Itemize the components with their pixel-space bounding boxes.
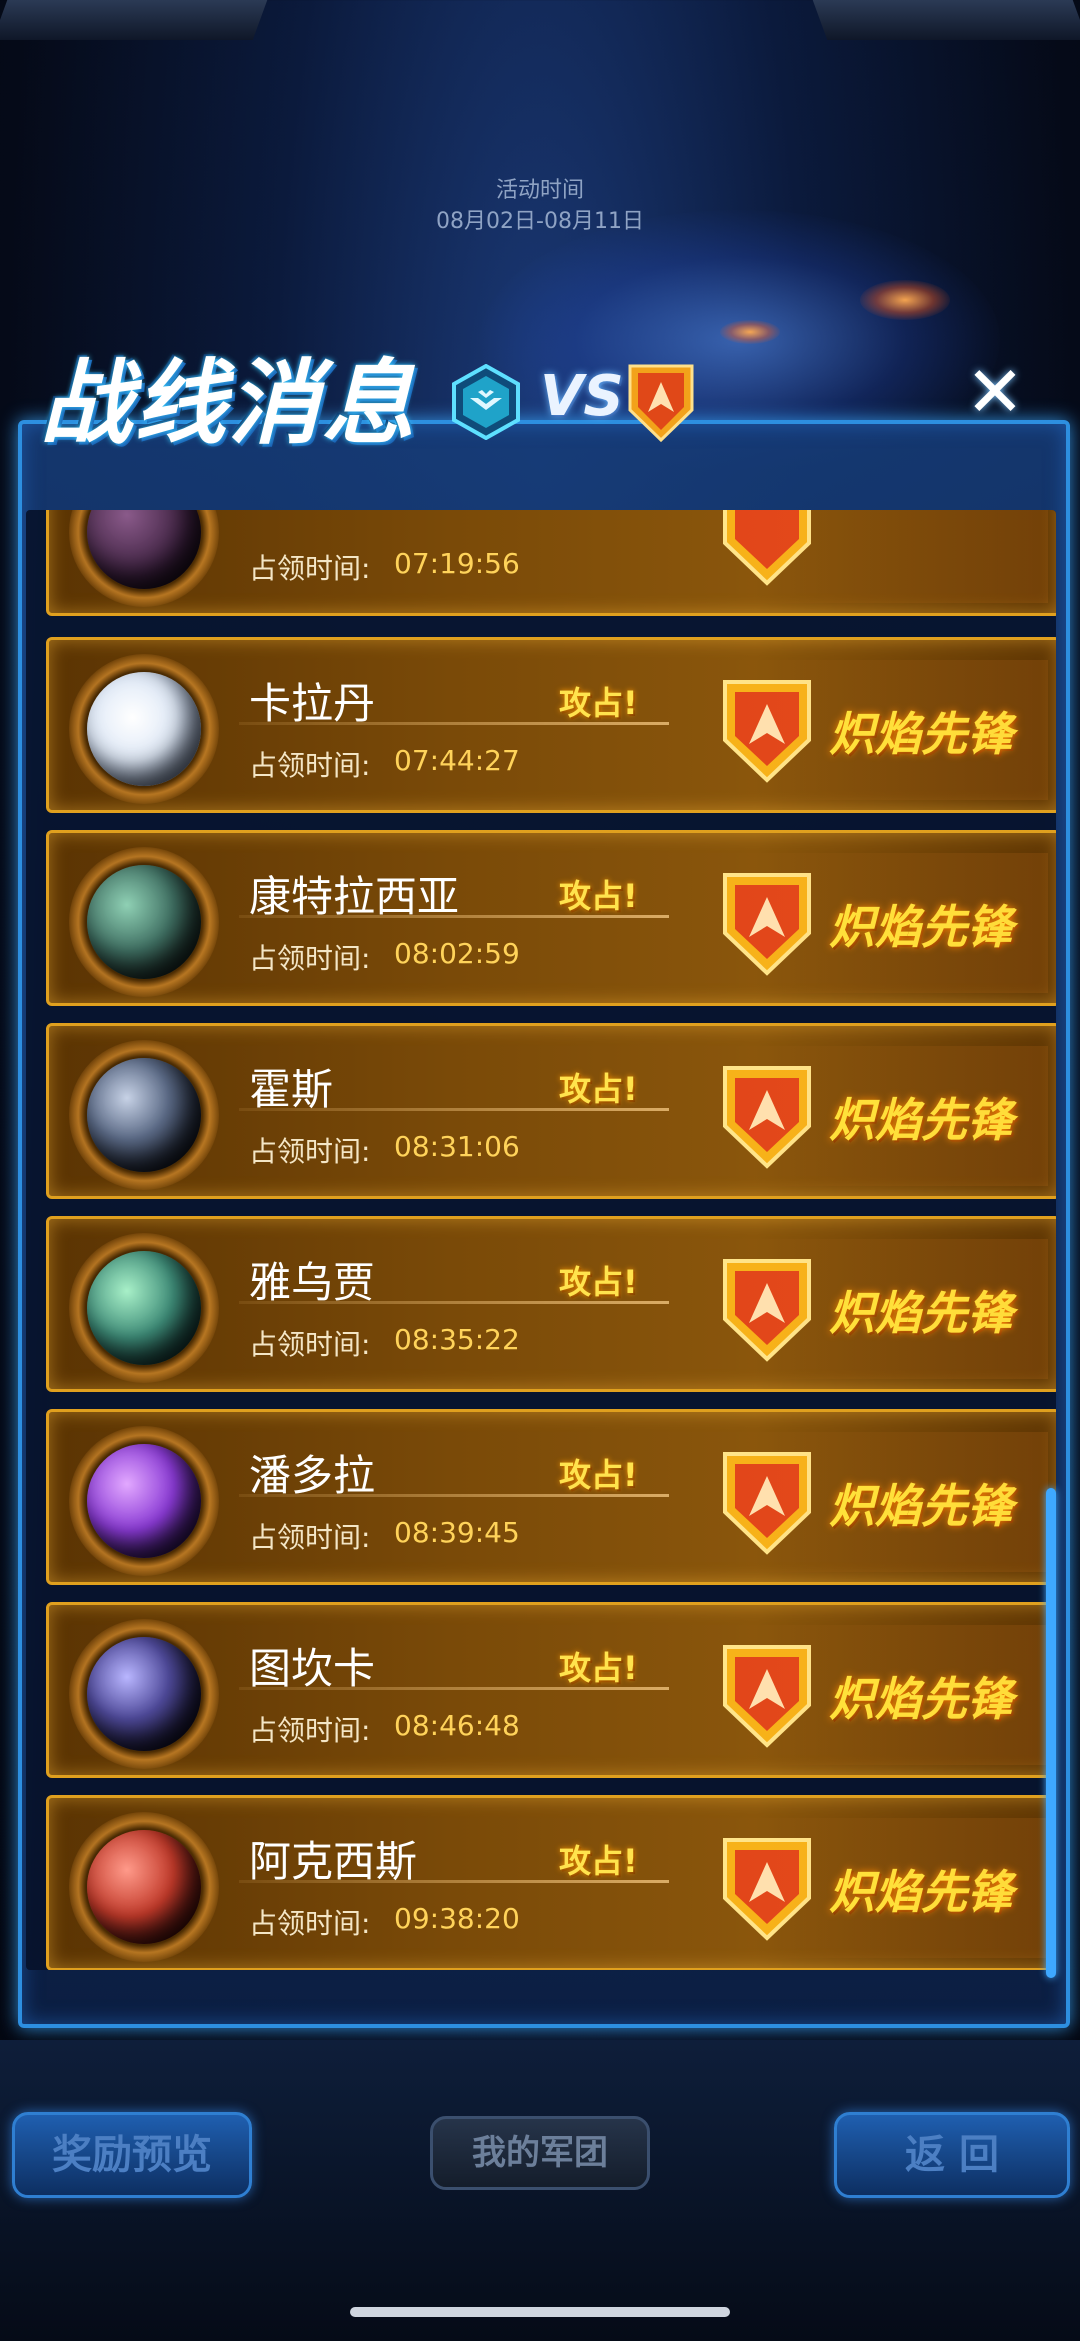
list-item[interactable]: 占领时间: 07:19:56 <box>46 510 1056 616</box>
attack-badge: 攻占! <box>559 1070 638 1108</box>
attack-badge: 攻占! <box>559 1456 638 1494</box>
planet-icon <box>87 1830 201 1944</box>
faction-shield-icon <box>723 1452 811 1555</box>
list-item[interactable]: 阿克西斯 攻占! 占领时间: 09:38:20 炽焰先锋 <box>46 1795 1056 1970</box>
occupy-time-value: 08:39:45 <box>394 1516 520 1549</box>
occupy-time-label: 占领时间: <box>249 1135 371 1168</box>
occupy-time-label: 占领时间: <box>249 1521 371 1554</box>
faction-shield-icon <box>723 1066 811 1169</box>
attack-badge: 攻占! <box>559 1842 638 1880</box>
occupy-time-label: 占领时间: <box>249 1714 371 1747</box>
faction-shield-icon <box>723 1259 811 1362</box>
planet-icon <box>87 1444 201 1558</box>
attack-badge: 攻占! <box>559 1263 638 1301</box>
home-indicator[interactable] <box>350 2307 730 2317</box>
list-item[interactable]: 图坎卡 攻占! 占领时间: 08:46:48 炽焰先锋 <box>46 1602 1056 1778</box>
reward-preview-button[interactable]: 奖励预览 <box>12 2112 252 2198</box>
attack-badge: 攻占! <box>559 1649 638 1687</box>
occupy-time-label: 占领时间: <box>249 1907 371 1940</box>
list-item[interactable]: 雅乌贾 攻占! 占领时间: 08:35:22 炽焰先锋 <box>46 1216 1056 1392</box>
list-item[interactable]: 潘多拉 攻占! 占领时间: 08:39:45 炽焰先锋 <box>46 1409 1056 1585</box>
faction-shield-icon <box>723 1645 811 1748</box>
back-button[interactable]: 返 回 <box>834 2112 1070 2198</box>
faction-name: 炽焰先锋 <box>829 707 1013 761</box>
faction-name: 炽焰先锋 <box>829 1672 1013 1726</box>
occupy-time-label: 占领时间: <box>249 552 371 585</box>
occupy-time-value: 07:19:56 <box>394 547 520 580</box>
planet-icon <box>87 1637 201 1751</box>
faction-name: 炽焰先锋 <box>829 1286 1013 1340</box>
occupy-time-value: 07:44:27 <box>394 744 520 777</box>
attack-badge: 攻占! <box>559 877 638 915</box>
occupy-time-label: 占领时间: <box>249 1328 371 1361</box>
occupy-time-value: 08:31:06 <box>394 1130 520 1163</box>
title-area: 战线消息 <box>40 340 416 457</box>
faction-name: 炽焰先锋 <box>829 1093 1013 1147</box>
faction-name: 炽焰先锋 <box>829 1865 1013 1919</box>
event-time-range: 08月02日-08月11日 <box>436 209 644 234</box>
faction-shield-icon <box>723 873 811 976</box>
blue-faction-emblem-icon <box>452 364 520 440</box>
planet-icon <box>87 1058 201 1172</box>
close-button[interactable]: ✕ <box>963 357 1027 427</box>
occupy-time-value: 09:38:20 <box>394 1902 520 1935</box>
occupy-time-label: 占领时间: <box>249 942 371 975</box>
hangar-strut <box>812 0 1080 40</box>
list-scrollbar[interactable] <box>1046 1488 1056 1978</box>
attack-badge: 攻占! <box>559 684 638 722</box>
occupy-time-value: 08:46:48 <box>394 1709 520 1742</box>
explosion-effect <box>860 280 950 320</box>
occupy-time-value: 08:35:22 <box>394 1323 520 1356</box>
occupy-time-value: 08:02:59 <box>394 937 520 970</box>
red-faction-shield-icon <box>628 364 694 443</box>
planet-icon <box>87 865 201 979</box>
list-item[interactable]: 康特拉西亚 攻占! 占领时间: 08:02:59 炽焰先锋 <box>46 830 1056 1006</box>
news-list-viewport[interactable]: 占领时间: 07:19:56 卡拉丹 攻占! 占领时间: 07:44:27 炽焰… <box>26 510 1056 1970</box>
faction-name: 炽焰先锋 <box>829 900 1013 954</box>
list-item[interactable]: 霍斯 攻占! 占领时间: 08:31:06 炽焰先锋 <box>46 1023 1056 1199</box>
occupy-time-label: 占领时间: <box>249 749 371 782</box>
faction-shield-icon <box>723 680 811 783</box>
hangar-strut <box>0 0 268 40</box>
faction-name: 炽焰先锋 <box>829 1479 1013 1533</box>
my-legion-button[interactable]: 我的军团 <box>430 2116 650 2190</box>
planet-icon <box>87 1251 201 1365</box>
explosion-effect <box>720 320 780 344</box>
event-time-label: 活动时间 <box>495 178 584 203</box>
page-title: 战线消息 <box>40 349 417 457</box>
faction-shield-icon <box>723 510 811 586</box>
list-item[interactable]: 卡拉丹 攻占! 占领时间: 07:44:27 炽焰先锋 <box>46 637 1056 813</box>
planet-icon <box>87 672 201 786</box>
vs-label: VS <box>540 364 624 429</box>
faction-shield-icon <box>723 1838 811 1941</box>
